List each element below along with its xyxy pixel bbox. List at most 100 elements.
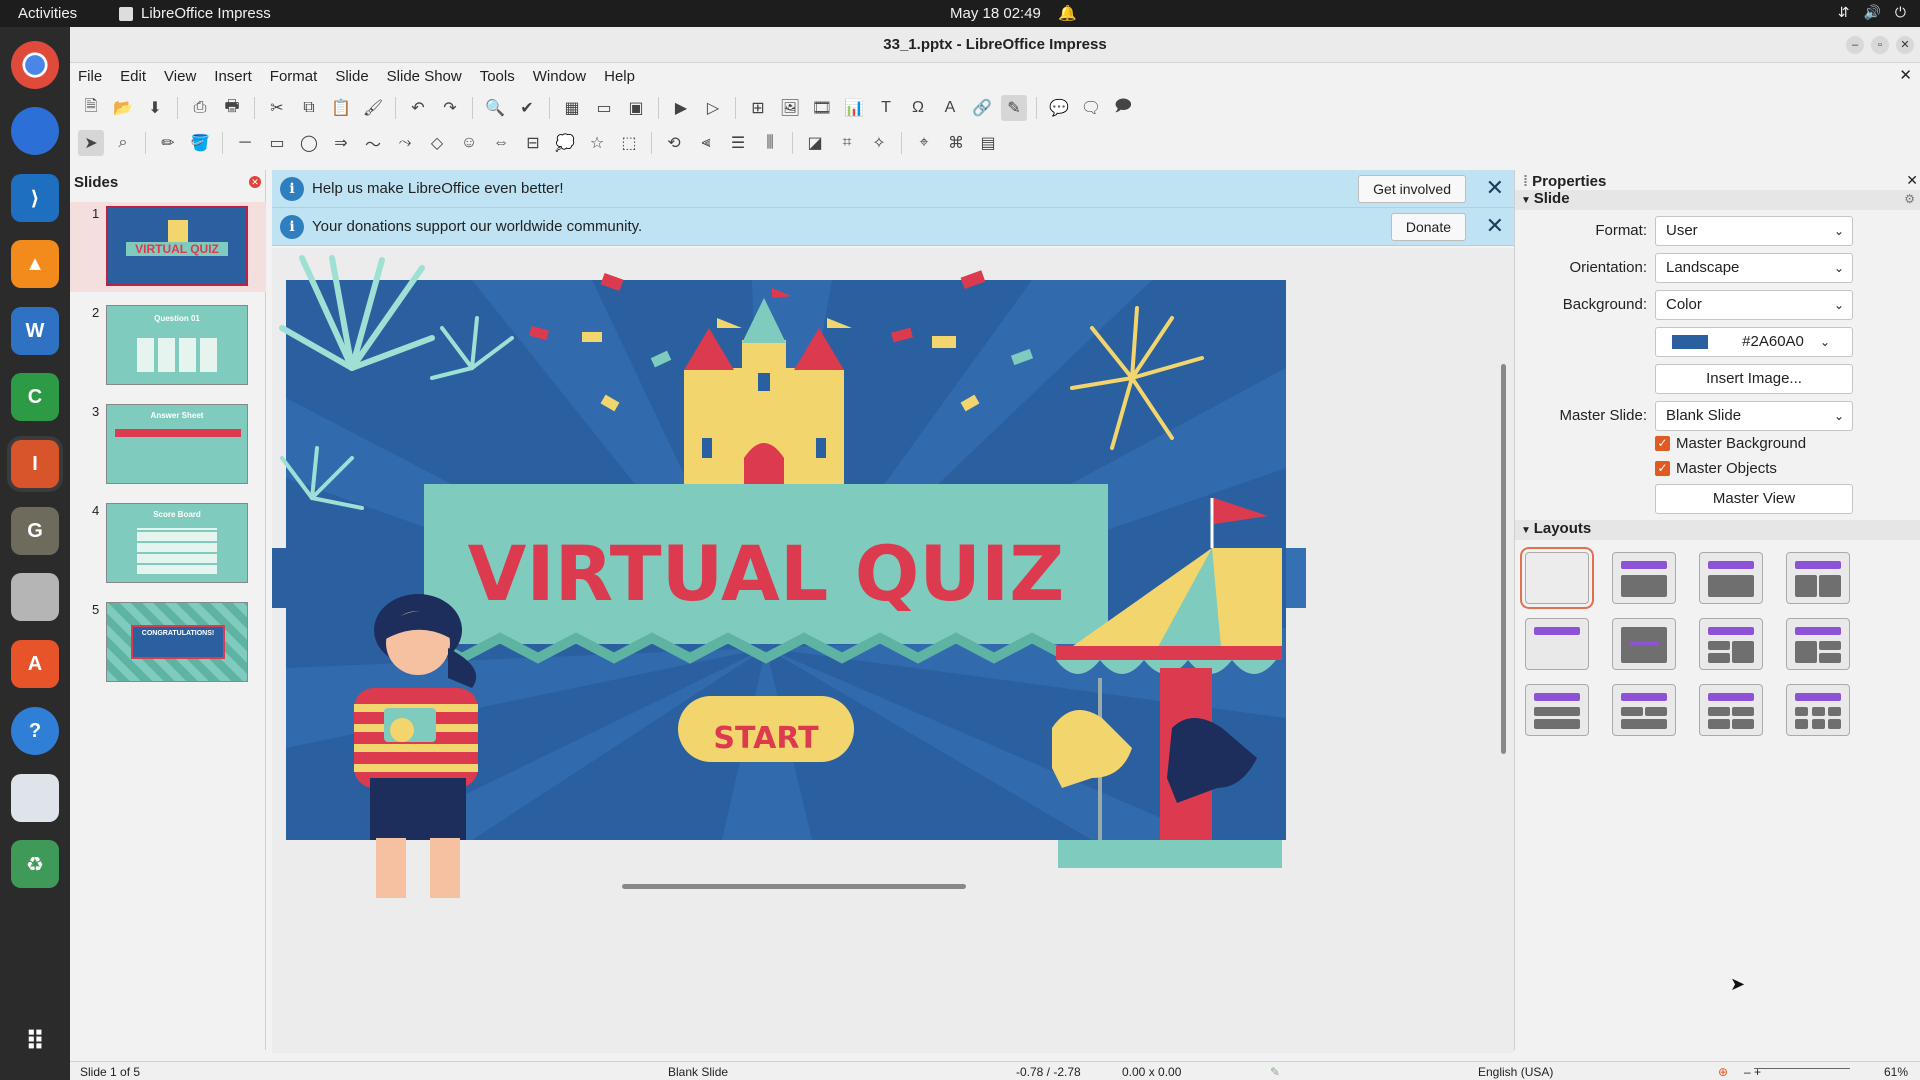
close-window-button[interactable]: ✕ xyxy=(1896,36,1914,54)
transformations-icon[interactable]: ⟲ xyxy=(661,130,687,156)
menu-insert[interactable]: Insert xyxy=(214,68,252,85)
menu-format[interactable]: Format xyxy=(270,68,318,85)
layout-title-content-2[interactable] xyxy=(1699,552,1763,604)
ellipse-icon[interactable]: ◯ xyxy=(296,130,322,156)
active-app-indicator[interactable]: LibreOffice Impress xyxy=(119,5,271,22)
slide-thumb-4[interactable]: 4 Score Board xyxy=(70,499,266,589)
clock[interactable]: May 18 02:49 xyxy=(950,5,1041,22)
master-slide-icon[interactable]: ▣ xyxy=(623,95,649,121)
activities-button[interactable]: Activities xyxy=(18,5,77,22)
special-character-icon[interactable]: Ω xyxy=(905,95,931,121)
trash-icon[interactable]: ♻ xyxy=(11,840,59,888)
start-button[interactable]: START xyxy=(713,721,819,756)
help-icon[interactable]: ? xyxy=(11,707,59,755)
hyperlink-icon[interactable]: 🔗 xyxy=(969,95,995,121)
layout-title-2-content[interactable] xyxy=(1786,552,1850,604)
start-current-slide-icon[interactable]: ▷ xyxy=(700,95,726,121)
slide-canvas[interactable]: VIRTUAL QUIZ START xyxy=(272,248,1514,1053)
distribute-icon[interactable]: ⫼ xyxy=(757,130,783,156)
grid-icon[interactable]: ▦ xyxy=(559,95,585,121)
line-color-icon[interactable]: ✏ xyxy=(155,130,181,156)
image-icon[interactable]: 🖼 xyxy=(777,95,803,121)
block-arrows-icon[interactable]: ⇔ xyxy=(488,130,514,156)
stars-icon[interactable]: ☆ xyxy=(584,130,610,156)
drag-handle-icon[interactable]: ⁞ xyxy=(1523,173,1532,190)
slide-1[interactable]: VIRTUAL QUIZ START xyxy=(272,248,1514,1053)
show-comments-icon[interactable]: 🗨 xyxy=(1078,95,1104,121)
arrow-icon[interactable]: ⇒ xyxy=(328,130,354,156)
close-infobar-icon[interactable]: ✕ xyxy=(1486,177,1504,199)
slide-thumb-5[interactable]: 5 CONGRATULATIONS! xyxy=(70,598,266,688)
select-icon[interactable]: ➤ xyxy=(78,130,104,156)
display-views-icon[interactable]: ▭ xyxy=(591,95,617,121)
menu-view[interactable]: View xyxy=(164,68,196,85)
fill-color-icon[interactable]: 🪣 xyxy=(187,130,213,156)
master-view-button[interactable]: Master View xyxy=(1655,484,1853,514)
insert-image-button[interactable]: Insert Image... xyxy=(1655,364,1853,394)
chart-icon[interactable]: 📊 xyxy=(841,95,867,121)
menu-window[interactable]: Window xyxy=(533,68,586,85)
layout-title-6-content[interactable] xyxy=(1786,684,1850,736)
notes-icon[interactable] xyxy=(11,774,59,822)
layout-centered-text[interactable] xyxy=(1612,618,1676,670)
master-background-checkbox[interactable]: ✓ Master Background xyxy=(1655,435,1806,452)
menu-help[interactable]: Help xyxy=(604,68,635,85)
slide-thumb-3[interactable]: 3 Answer Sheet xyxy=(70,400,266,490)
layout-blank[interactable] xyxy=(1520,547,1594,609)
background-dropdown[interactable]: Color ⌄ xyxy=(1655,290,1853,320)
language[interactable]: English (USA) xyxy=(1478,1065,1553,1079)
slide-section-header[interactable]: ▼ Slide ⚙ xyxy=(1515,190,1920,210)
zoom-slider[interactable]: – + xyxy=(1744,1065,1851,1079)
vlc-icon[interactable]: ▲ xyxy=(11,240,59,288)
callout-icon[interactable]: 🗩 xyxy=(1110,95,1136,121)
minimize-button[interactable]: – xyxy=(1846,36,1864,54)
spelling-icon[interactable]: ✔ xyxy=(514,95,540,121)
vertical-scrollbar[interactable] xyxy=(1501,364,1506,754)
color-dropdown[interactable]: #2A60A0 ⌄ xyxy=(1655,327,1853,357)
points-icon[interactable]: ⌖ xyxy=(911,130,937,156)
layout-title-only[interactable] xyxy=(1525,618,1589,670)
export-pdf-icon[interactable]: ⎙ xyxy=(187,95,213,121)
callouts-icon[interactable]: 💭 xyxy=(552,130,578,156)
arrange-icon[interactable]: ☰ xyxy=(725,130,751,156)
layout-title-content[interactable] xyxy=(1612,552,1676,604)
files-icon[interactable] xyxy=(11,573,59,621)
crop-icon[interactable]: ⌗ xyxy=(834,130,860,156)
format-dropdown[interactable]: User ⌄ xyxy=(1655,216,1853,246)
fontwork-icon[interactable]: A xyxy=(937,95,963,121)
layout-title-4-content[interactable] xyxy=(1699,684,1763,736)
shadow-icon[interactable]: ◪ xyxy=(802,130,828,156)
layout-title-2content-content[interactable] xyxy=(1699,618,1763,670)
donate-button[interactable]: Donate xyxy=(1390,213,1466,241)
draw-function-icon[interactable]: ✎ xyxy=(1001,95,1027,121)
connector-icon[interactable]: ⤳ xyxy=(392,130,418,156)
menu-tools[interactable]: Tools xyxy=(480,68,515,85)
app-store-icon[interactable]: A xyxy=(11,640,59,688)
close-infobar-icon[interactable]: ✕ xyxy=(1486,215,1504,237)
zoom-pan-icon[interactable]: ⌕ xyxy=(110,130,136,156)
impress-icon[interactable]: I xyxy=(11,440,59,488)
show-apps-icon[interactable]: ⠿ xyxy=(11,1017,59,1065)
save-icon[interactable]: ⬇ xyxy=(142,95,168,121)
thunderbird-icon[interactable] xyxy=(11,107,59,155)
slide-thumb-1[interactable]: 1 VIRTUAL QUIZ xyxy=(70,202,266,292)
toggle-extrusion-icon[interactable]: ▤ xyxy=(975,130,1001,156)
gimp-icon[interactable]: G xyxy=(11,507,59,555)
align-icon[interactable]: ⫷ xyxy=(693,130,719,156)
clone-formatting-icon[interactable]: 🖌 xyxy=(360,95,386,121)
close-document-icon[interactable]: ✕ xyxy=(1899,66,1912,84)
paste-icon[interactable]: 📋 xyxy=(328,95,354,121)
table-icon[interactable]: ⊞ xyxy=(745,95,771,121)
layouts-section-header[interactable]: ▼ Layouts xyxy=(1515,520,1920,540)
line-icon[interactable]: ─ xyxy=(232,130,258,156)
textbox-icon[interactable]: T xyxy=(873,95,899,121)
flowchart-icon[interactable]: ⊟ xyxy=(520,130,546,156)
new-icon[interactable]: 🗎 xyxy=(78,95,104,121)
close-sidebar-icon[interactable]: ✕ xyxy=(1906,172,1918,189)
system-tray[interactable]: ⇵ 🔊 ⏻ xyxy=(1838,4,1906,21)
master-slide-dropdown[interactable]: Blank Slide ⌄ xyxy=(1655,401,1853,431)
print-icon[interactable]: 🖶 xyxy=(219,95,245,121)
section-options-icon[interactable]: ⚙ xyxy=(1904,192,1915,206)
undo-icon[interactable]: ↶ xyxy=(405,95,431,121)
find-replace-icon[interactable]: 🔍 xyxy=(482,95,508,121)
